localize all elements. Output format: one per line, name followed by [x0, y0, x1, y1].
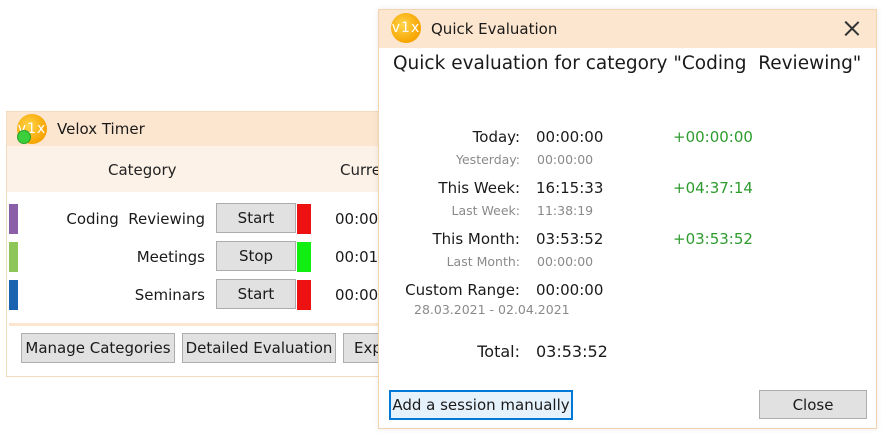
category-name: Seminars: [134, 286, 205, 304]
manage-categories-button[interactable]: Manage Categories: [21, 333, 175, 363]
column-header-current: Curre: [340, 161, 381, 179]
footer-divider: [9, 323, 381, 326]
this-month-diff: +03:53:52: [673, 230, 753, 248]
this-week-label: This Week:: [438, 179, 520, 197]
this-week-diff: +04:37:14: [673, 179, 753, 197]
column-header-category: Category: [108, 161, 177, 179]
state-indicator: [297, 280, 311, 310]
quick-evaluation-dialog: v1x Quick Evaluation Quick evaluation fo…: [378, 9, 877, 429]
category-row: Seminars Start 00:00:0: [7, 278, 393, 316]
dialog-titlebar[interactable]: v1x Quick Evaluation: [379, 10, 876, 48]
total-value: 03:53:52: [536, 342, 608, 361]
yesterday-label: Yesterday:: [456, 152, 520, 167]
state-indicator: [297, 242, 311, 272]
evaluation-heading: Quick evaluation for category "Coding Re…: [393, 53, 862, 74]
this-month-value: 03:53:52: [536, 230, 604, 248]
last-week-value: 11:38:19: [537, 203, 594, 218]
last-month-label: Last Month:: [446, 254, 520, 269]
custom-range-label: Custom Range:: [405, 281, 520, 299]
today-diff: +00:00:00: [673, 128, 753, 146]
last-week-label: Last Week:: [451, 203, 520, 218]
detailed-evaluation-button[interactable]: Detailed Evaluation: [182, 333, 336, 363]
main-window-title: Velox Timer: [57, 120, 145, 138]
category-name: Meetings: [136, 248, 205, 266]
custom-range-value: 00:00:00: [536, 281, 604, 299]
close-icon[interactable]: [844, 20, 860, 36]
last-month-value: 00:00:00: [537, 254, 594, 269]
add-session-button[interactable]: Add a session manually: [389, 390, 573, 420]
category-color-bar: [9, 204, 18, 234]
stop-button[interactable]: Stop: [216, 241, 296, 271]
dialog-title: Quick Evaluation: [431, 20, 558, 38]
category-row: Meetings Stop 00:01:0: [7, 240, 393, 278]
today-value: 00:00:00: [536, 128, 604, 146]
close-button[interactable]: Close: [759, 390, 867, 419]
category-color-bar: [9, 280, 18, 310]
start-button[interactable]: Start: [216, 279, 296, 309]
yesterday-value: 00:00:00: [537, 152, 594, 167]
state-indicator: [297, 204, 311, 234]
category-row: Coding Reviewing Start 00:00:0: [7, 202, 393, 240]
velox-timer-window: v1x Velox Timer Category Curre Coding Re…: [6, 111, 393, 377]
running-indicator-icon: [17, 130, 31, 144]
category-table-header: Category Curre: [7, 146, 381, 192]
custom-range-dates: 28.03.2021 - 02.04.2021: [414, 302, 570, 317]
total-label: Total:: [477, 342, 520, 361]
dialog-logo-icon: v1x: [391, 13, 421, 43]
this-month-label: This Month:: [432, 230, 521, 248]
start-button[interactable]: Start: [216, 203, 296, 233]
dialog-logo-text: v1x: [391, 20, 421, 36]
category-name: Coding Reviewing: [66, 210, 205, 228]
category-color-bar: [9, 242, 18, 272]
this-week-value: 16:15:33: [536, 179, 604, 197]
today-label: Today:: [472, 128, 520, 146]
main-titlebar[interactable]: v1x Velox Timer: [7, 112, 379, 146]
